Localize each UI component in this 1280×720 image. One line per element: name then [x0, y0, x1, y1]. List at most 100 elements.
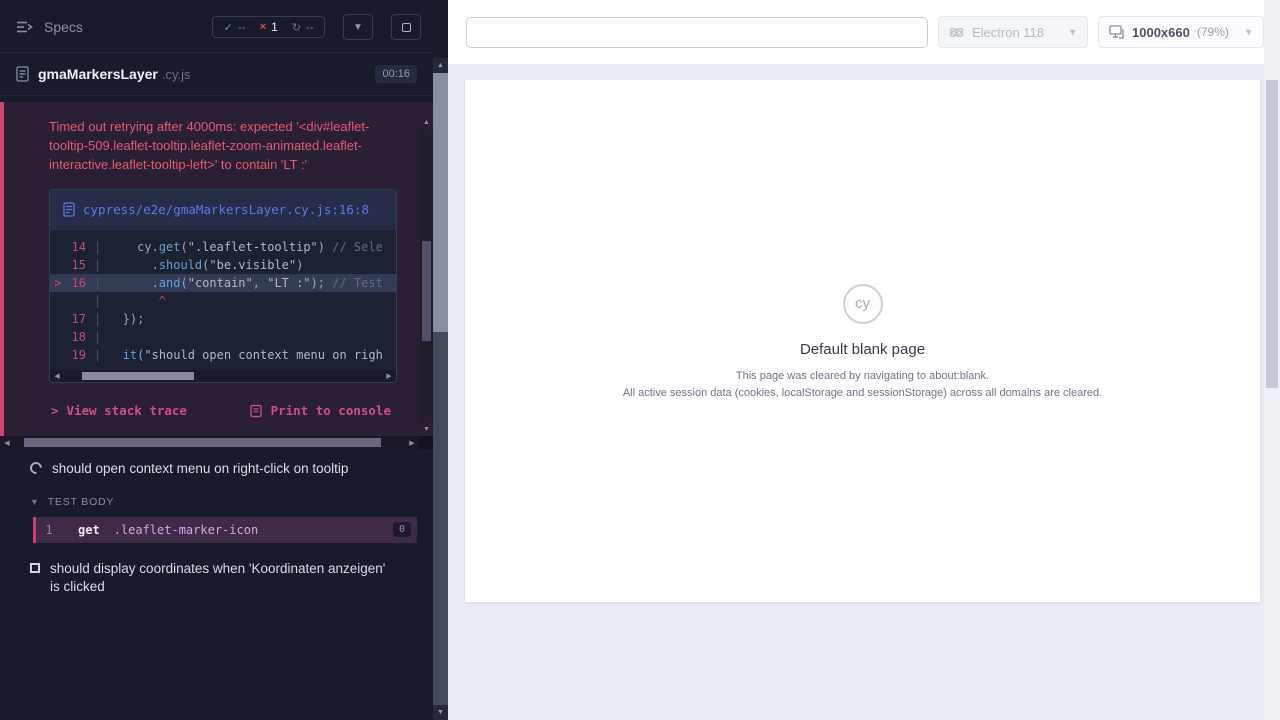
browser-label: Electron 118: [972, 25, 1044, 40]
x-icon: ×: [260, 21, 266, 33]
code-snippet: 14| cy.get(".leaflet-tooltip") // Sele 1…: [50, 230, 396, 370]
code-frame: cypress/e2e/gmaMarkersLayer.cy.js:16:8 1…: [49, 189, 397, 384]
error-bottom-scroll-area: ◀ ▶: [0, 436, 433, 449]
stat-failed: × 1: [260, 20, 278, 34]
chevron-down-icon: ▼: [30, 497, 40, 507]
scrollbar-corner: [419, 436, 433, 449]
spec-file-icon: [16, 66, 29, 82]
cypress-logo: cy: [843, 284, 883, 324]
test-title: should open context menu on right-click …: [52, 460, 348, 478]
specs-title: Specs: [44, 19, 83, 35]
viewport-scale: (79%): [1197, 25, 1229, 39]
spec-header[interactable]: gmaMarkersLayer .cy.js 00:16: [0, 52, 433, 96]
error-actions: > View stack trace Print to console: [49, 399, 397, 436]
viewport-size: 1000x660: [1132, 25, 1190, 40]
code-frame-file-link[interactable]: cypress/e2e/gmaMarkersLayer.cy.js:16:8: [50, 190, 396, 231]
window-scroll-thumb[interactable]: [1266, 80, 1278, 388]
url-input[interactable]: [466, 17, 928, 48]
command-method: get: [78, 523, 100, 537]
view-stack-trace-link[interactable]: > View stack trace: [51, 403, 187, 418]
code-scroll-thumb[interactable]: [82, 372, 194, 380]
blank-page-line1: This page was cleared by navigating to a…: [736, 370, 989, 382]
test-body-label: TEST BODY: [48, 496, 115, 508]
app-root: Specs ✓ -- × 1 ↻ -- ▼: [0, 0, 1280, 720]
stat-pending: ↻ --: [292, 20, 314, 34]
spec-name: gmaMarkersLayer: [38, 66, 158, 82]
error-message: Timed out retrying after 4000ms: expecte…: [49, 118, 394, 175]
spinner-icon: [28, 460, 45, 477]
stat-pending-value: --: [306, 20, 314, 34]
command-number: 1: [36, 523, 62, 537]
error-hscroll-track[interactable]: [14, 436, 405, 449]
reporter-header: Specs ✓ -- × 1 ↻ -- ▼: [0, 0, 433, 52]
spec-duration-badge: 00:16: [375, 65, 417, 83]
scroll-right-icon[interactable]: ▶: [405, 436, 419, 449]
pending-icon: ↻: [292, 21, 301, 34]
print-to-console-label: Print to console: [271, 403, 391, 418]
window-scrollbar[interactable]: [1264, 0, 1280, 720]
chevron-down-icon: ▼: [1068, 27, 1077, 37]
scroll-down-icon[interactable]: ▼: [433, 705, 448, 720]
code-scroll-track[interactable]: [64, 370, 382, 382]
error-horizontal-scrollbar[interactable]: ◀ ▶: [0, 436, 419, 449]
view-stack-trace-label: View stack trace: [67, 403, 187, 418]
sidebar-scroll-track[interactable]: [433, 73, 448, 705]
code-line: 17| });: [50, 310, 396, 328]
chevron-down-icon: ▼: [353, 22, 363, 33]
command-log-row[interactable]: 1 get .leaflet-marker-icon 0: [33, 517, 417, 543]
spec-extension: .cy.js: [162, 67, 191, 82]
aut-iframe: cy Default blank page This page was clea…: [465, 80, 1260, 602]
collapse-button[interactable]: ▼: [343, 14, 373, 40]
error-vscroll-thumb[interactable]: [422, 241, 431, 341]
scroll-up-icon[interactable]: ▲: [420, 116, 433, 129]
viewport-icon: [1109, 25, 1125, 39]
code-line: 14| cy.get(".leaflet-tooltip") // Sele: [50, 238, 396, 256]
error-vertical-scrollbar[interactable]: ▲ ▼: [420, 116, 433, 436]
code-line: 15| .should("be.visible"): [50, 256, 396, 274]
scroll-down-icon[interactable]: ▼: [420, 423, 433, 436]
error-hscroll-thumb[interactable]: [24, 438, 381, 447]
test-error-block: Timed out retrying after 4000ms: expecte…: [0, 102, 433, 449]
code-line: | ^: [50, 292, 396, 310]
square-icon: [30, 563, 40, 573]
browser-selector[interactable]: Electron 118 ▼: [938, 16, 1088, 48]
code-line: 19| it("should open context menu on righ: [50, 346, 396, 364]
viewport-selector[interactable]: 1000x660 (79%) ▼: [1098, 16, 1264, 48]
sidebar-scroll-thumb[interactable]: [433, 332, 448, 705]
aut-stage: cy Default blank page This page was clea…: [448, 64, 1264, 720]
stop-button[interactable]: [391, 14, 421, 40]
scroll-up-icon[interactable]: ▲: [433, 58, 448, 73]
error-vscroll-track[interactable]: [420, 129, 433, 423]
file-icon: [63, 202, 75, 220]
aut-panel: Electron 118 ▼ 1000x660 (79%) ▼ cy Defau…: [448, 0, 1264, 720]
stat-failed-value: 1: [271, 20, 278, 34]
test-body-section[interactable]: ▼ TEST BODY: [0, 489, 433, 515]
blank-page-title: Default blank page: [800, 341, 925, 358]
specs-menu-icon[interactable]: [16, 20, 34, 34]
stat-passed-value: --: [238, 20, 246, 34]
test-title: should display coordinates when 'Koordin…: [50, 560, 395, 596]
check-icon: ✓: [223, 21, 232, 34]
scroll-left-icon[interactable]: ◀: [0, 436, 14, 449]
stat-passed: ✓ --: [223, 20, 245, 34]
code-line: 18|: [50, 328, 396, 346]
scroll-left-icon[interactable]: ◀: [50, 370, 64, 382]
electron-icon: [949, 25, 964, 40]
command-count-badge: 0: [393, 522, 411, 537]
stop-icon: [402, 23, 411, 32]
code-line: >16| .and("contain", "LT :"); // Test: [50, 274, 396, 292]
print-to-console-button[interactable]: Print to console: [249, 403, 391, 418]
printer-icon: [249, 404, 263, 418]
sidebar-scrollbar-top-gap: [433, 0, 448, 58]
chevron-down-icon: ▼: [1244, 27, 1253, 37]
test-item-queued[interactable]: should display coordinates when 'Koordin…: [0, 549, 433, 606]
code-horizontal-scrollbar[interactable]: ◀ ▶: [50, 370, 396, 382]
test-item-running[interactable]: should open context menu on right-click …: [0, 449, 433, 488]
command-message: .leaflet-marker-icon: [114, 523, 259, 537]
browser-toolbar: Electron 118 ▼ 1000x660 (79%) ▼: [448, 0, 1264, 64]
code-frame-file-path: cypress/e2e/gmaMarkersLayer.cy.js:16:8: [83, 201, 369, 220]
scroll-right-icon[interactable]: ▶: [382, 370, 396, 382]
reporter-sidebar: Specs ✓ -- × 1 ↻ -- ▼: [0, 0, 433, 720]
cypress-logo-text: cy: [855, 295, 870, 312]
sidebar-scrollbar[interactable]: ▲ ▼: [433, 0, 448, 720]
